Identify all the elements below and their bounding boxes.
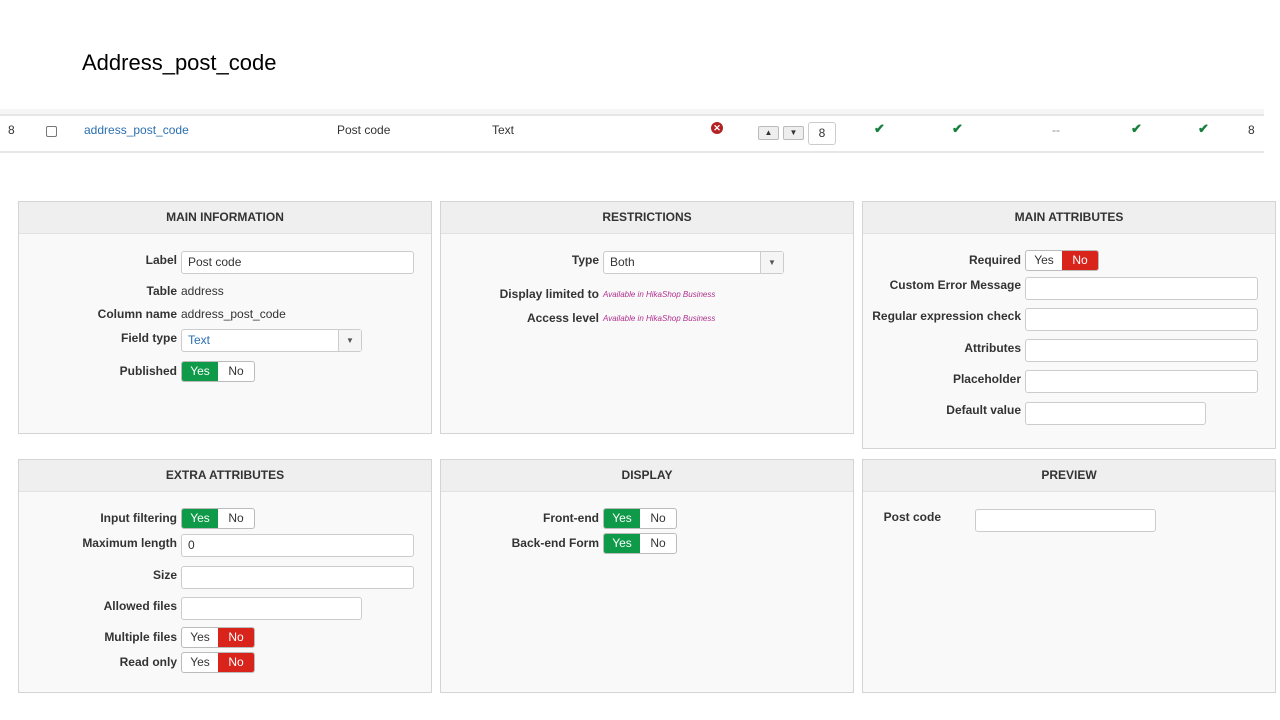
regex-label: Regular expression check: [872, 309, 1021, 323]
multiple-files-toggle[interactable]: Yes No: [181, 627, 255, 648]
display-limited-label: Display limited to: [499, 287, 599, 301]
input-filtering-label: Input filtering: [100, 511, 177, 525]
check-icon[interactable]: ✔: [874, 121, 885, 137]
panel-header: EXTRA ATTRIBUTES: [19, 460, 431, 492]
row-checkbox[interactable]: [46, 126, 57, 137]
no-option[interactable]: No: [218, 653, 254, 672]
table-row: 8 address_post_code Post code Text ✕ ▲ ▼…: [0, 116, 1264, 153]
check-icon[interactable]: ✔: [952, 121, 963, 137]
type-label: Type: [571, 253, 599, 267]
display-panel: DISPLAY Front-end Yes No Back-end Form Ye…: [440, 459, 854, 693]
move-up-button[interactable]: ▲: [758, 126, 779, 140]
field-label: Post code: [337, 123, 391, 137]
input-filtering-toggle[interactable]: Yes No: [181, 508, 255, 529]
panel-header: MAIN INFORMATION: [19, 202, 431, 234]
read-only-toggle[interactable]: Yes No: [181, 652, 255, 673]
post-code-label: Post code: [883, 510, 941, 524]
published-toggle[interactable]: Yes No: [181, 361, 255, 382]
custom-error-label: Custom Error Message: [889, 278, 1021, 292]
custom-error-input[interactable]: [1025, 277, 1258, 300]
row-id: 8: [8, 123, 15, 137]
back-end-form-label: Back-end Form: [511, 536, 599, 550]
default-value-input[interactable]: [1025, 402, 1206, 425]
preview-panel: PREVIEW Post code: [862, 459, 1276, 693]
no-option[interactable]: No: [1062, 251, 1098, 270]
ordering-input[interactable]: 8: [808, 122, 836, 145]
regex-input[interactable]: [1025, 308, 1258, 331]
yes-option[interactable]: Yes: [182, 628, 218, 647]
panel-header: PREVIEW: [863, 460, 1275, 492]
label-label: Label: [145, 253, 177, 267]
check-icon[interactable]: ✔: [1198, 121, 1209, 137]
size-input[interactable]: [181, 566, 414, 589]
max-length-input[interactable]: 0: [181, 534, 414, 557]
front-end-label: Front-end: [543, 511, 599, 525]
no-option[interactable]: No: [640, 534, 676, 553]
table-label: Table: [146, 284, 177, 298]
default-value-label: Default value: [946, 403, 1021, 417]
post-code-preview-input[interactable]: [975, 509, 1156, 532]
field-type-label: Field type: [120, 331, 177, 345]
move-down-button[interactable]: ▼: [783, 126, 804, 140]
field-type: Text: [492, 123, 515, 137]
attributes-input[interactable]: [1025, 339, 1258, 362]
type-select[interactable]: Both ▼: [603, 251, 784, 274]
business-note: Available in HikaShop Business: [603, 314, 716, 323]
back-end-form-toggle[interactable]: Yes No: [603, 533, 677, 554]
yes-option[interactable]: Yes: [182, 653, 218, 672]
field-name-link[interactable]: address_post_code: [84, 123, 189, 137]
main-attributes-panel: MAIN ATTRIBUTES Required Yes No Custom Er…: [862, 201, 1276, 449]
attributes-label: Attributes: [964, 341, 1021, 355]
yes-option[interactable]: Yes: [1026, 251, 1062, 270]
main-information-panel: MAIN INFORMATION Label Post code Table a…: [18, 201, 432, 434]
restrictions-panel: RESTRICTIONS Type Both ▼ Display limited …: [440, 201, 854, 434]
chevron-down-icon: ▼: [338, 330, 361, 351]
business-note: Available in HikaShop Business: [603, 290, 716, 299]
column-name-label: Column name: [97, 307, 177, 321]
read-only-label: Read only: [119, 655, 177, 669]
required-toggle[interactable]: Yes No: [1025, 250, 1099, 271]
access-level-label: Access level: [526, 311, 599, 325]
no-option[interactable]: No: [640, 509, 676, 528]
allowed-files-label: Allowed files: [103, 599, 177, 613]
no-option[interactable]: No: [218, 362, 254, 381]
placeholder-label: Placeholder: [952, 372, 1021, 386]
max-length-label: Maximum length: [82, 536, 177, 550]
yes-option[interactable]: Yes: [182, 509, 218, 528]
chevron-down-icon: ▼: [760, 252, 783, 273]
panel-header: RESTRICTIONS: [441, 202, 853, 234]
size-label: Size: [152, 568, 177, 582]
multiple-files-label: Multiple files: [104, 630, 177, 644]
yes-option[interactable]: Yes: [604, 509, 640, 528]
extra-attributes-panel: EXTRA ATTRIBUTES Input filtering Yes No M…: [18, 459, 432, 693]
field-type-value: Text: [188, 333, 211, 347]
field-type-select[interactable]: Text ▼: [181, 329, 362, 352]
allowed-files-input[interactable]: [181, 597, 362, 620]
label-input[interactable]: Post code: [181, 251, 414, 274]
column-name-value: address_post_code: [181, 307, 286, 321]
page-title: Address_post_code: [82, 50, 277, 75]
front-end-toggle[interactable]: Yes No: [603, 508, 677, 529]
dash-text: --: [1052, 123, 1060, 137]
no-option[interactable]: No: [218, 628, 254, 647]
published-label: Published: [119, 364, 177, 378]
no-option[interactable]: No: [218, 509, 254, 528]
panel-header: DISPLAY: [441, 460, 853, 492]
table-header-band: [0, 109, 1264, 116]
panel-header: MAIN ATTRIBUTES: [863, 202, 1275, 234]
yes-option[interactable]: Yes: [182, 362, 218, 381]
row-last-id: 8: [1248, 123, 1255, 137]
type-value: Both: [610, 255, 635, 269]
table-value: address: [181, 284, 224, 298]
required-label: Required: [968, 253, 1021, 267]
yes-option[interactable]: Yes: [604, 534, 640, 553]
unpublished-x-icon[interactable]: ✕: [711, 122, 723, 134]
placeholder-input[interactable]: [1025, 370, 1258, 393]
check-icon[interactable]: ✔: [1131, 121, 1142, 137]
